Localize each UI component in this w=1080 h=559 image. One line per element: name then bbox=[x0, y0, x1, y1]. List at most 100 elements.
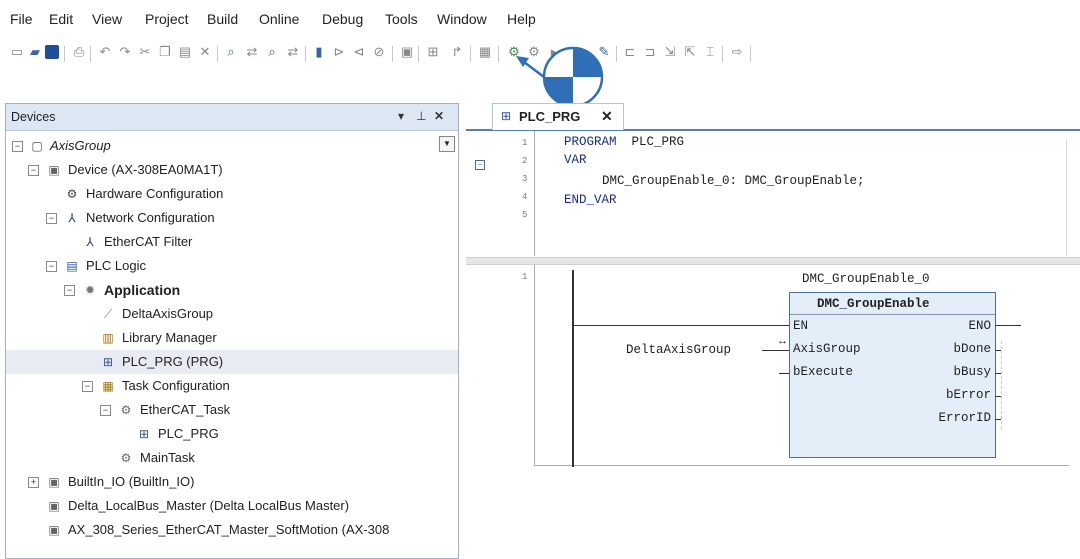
toolbar-separator bbox=[722, 46, 723, 62]
step-out-icon[interactable]: ⇱ bbox=[681, 43, 699, 61]
declaration-editor[interactable]: 1 2 3 4 5 − PROGRAM PLC_PRG VAR DMC_Grou… bbox=[466, 131, 1080, 256]
tree-item-ethercat-filter[interactable]: ⅄ EtherCAT Filter bbox=[6, 230, 458, 254]
open-project-icon[interactable]: ▰ bbox=[26, 43, 44, 61]
line-number: 1 bbox=[522, 272, 528, 282]
collapse-toggle[interactable]: − bbox=[100, 405, 111, 416]
menu-project[interactable]: Project bbox=[145, 11, 189, 27]
fb-output-bdone: bDone bbox=[953, 342, 991, 356]
expand-toggle[interactable]: + bbox=[28, 477, 39, 488]
bookmark-prev-icon[interactable]: ⊲ bbox=[350, 43, 368, 61]
tree-item-builtin-io[interactable]: + ▣ BuiltIn_IO (BuiltIn_IO) bbox=[6, 470, 458, 494]
paste-icon[interactable]: ▤ bbox=[176, 43, 194, 61]
menu-build[interactable]: Build bbox=[207, 11, 238, 27]
tree-item-axisgroup[interactable]: − ▢ AxisGroup bbox=[6, 134, 458, 158]
tree-item-network-configuration[interactable]: − ⅄ Network Configuration bbox=[6, 206, 458, 230]
device-icon[interactable]: ▣ bbox=[398, 43, 416, 61]
tree-item-plc-prg-call[interactable]: ⊞ PLC_PRG bbox=[6, 422, 458, 446]
toolbar-separator bbox=[498, 46, 499, 62]
editor-splitter[interactable] bbox=[466, 257, 1080, 265]
tree-item-library-manager[interactable]: ▥ Library Manager bbox=[6, 326, 458, 350]
step-over-icon[interactable]: ⊐ bbox=[641, 43, 659, 61]
bookmark-clear-icon[interactable]: ⊘ bbox=[370, 43, 388, 61]
step-into-icon[interactable]: ⇲ bbox=[661, 43, 679, 61]
tree-dropdown-button[interactable]: ▼ bbox=[439, 136, 455, 152]
close-tab-icon[interactable]: ✕ bbox=[601, 108, 613, 125]
menu-debug[interactable]: Debug bbox=[322, 11, 363, 27]
toolbar-separator bbox=[90, 46, 91, 62]
fb-instance-name[interactable]: DMC_GroupEnable_0 bbox=[802, 272, 930, 286]
line-number: 4 bbox=[522, 192, 528, 202]
tree-item-device[interactable]: − ▣ Device (AX-308EA0MA1T) bbox=[6, 158, 458, 182]
fold-toggle[interactable]: − bbox=[475, 160, 485, 170]
project-icon: ▢ bbox=[31, 139, 43, 153]
pin-icon[interactable]: ⊥ bbox=[416, 109, 426, 123]
tree-item-plc-logic[interactable]: − ▤ PLC Logic bbox=[6, 254, 458, 278]
find-in-project-icon[interactable]: ⌕ bbox=[263, 43, 281, 61]
bookmark-icon[interactable]: ▮ bbox=[310, 43, 328, 61]
tree-item-label: PLC_PRG (PRG) bbox=[122, 354, 224, 369]
replace-in-project-icon[interactable]: ⇄ bbox=[284, 43, 302, 61]
close-icon[interactable]: ✕ bbox=[434, 109, 444, 123]
collapse-toggle[interactable]: − bbox=[46, 213, 57, 224]
code-declaration: DMC_GroupEnable_0: DMC_GroupEnable; bbox=[602, 174, 865, 188]
hardware-config-icon: ⚙ bbox=[66, 187, 78, 201]
save-icon[interactable] bbox=[45, 45, 59, 59]
fb-output-errorid: ErrorID bbox=[938, 411, 991, 425]
plc-logic-icon: ▤ bbox=[66, 259, 78, 273]
insert-icon[interactable]: ↱ bbox=[448, 43, 466, 61]
find-replace-icon[interactable]: ⇄ bbox=[243, 43, 261, 61]
tree-item-delta-localbus-master[interactable]: ▣ Delta_LocalBus_Master (Delta LocalBus … bbox=[6, 494, 458, 518]
axis-variable-assignment[interactable]: DeltaAxisGroup bbox=[626, 343, 731, 357]
program-icon: ⊞ bbox=[102, 355, 114, 369]
fb-type-name: DMC_GroupEnable bbox=[817, 297, 930, 311]
forward-icon[interactable]: ⇨ bbox=[728, 43, 746, 61]
function-block-dmc-groupenable[interactable]: DMC_GroupEnable EN AxisGroup bExecute EN… bbox=[789, 292, 996, 458]
tree-item-ethercat-master[interactable]: ▣ AX_308_Series_EtherCAT_Master_SoftMoti… bbox=[6, 518, 458, 542]
cursor-icon[interactable]: ⌶ bbox=[701, 43, 719, 61]
panel-menu-icon[interactable]: ▾ bbox=[398, 109, 404, 123]
menu-file[interactable]: File bbox=[10, 11, 33, 27]
program-call-icon: ⊞ bbox=[138, 427, 150, 441]
build-icon[interactable]: ▦ bbox=[476, 43, 494, 61]
menu-help[interactable]: Help bbox=[507, 11, 536, 27]
eno-connection-line bbox=[995, 325, 1021, 326]
collapse-toggle[interactable]: − bbox=[28, 165, 39, 176]
copy-icon[interactable]: ❐ bbox=[156, 43, 174, 61]
print-icon[interactable]: ⎙ bbox=[70, 43, 88, 61]
bookmark-next-icon[interactable]: ⊳ bbox=[330, 43, 348, 61]
menu-view[interactable]: View bbox=[92, 11, 122, 27]
library-icon: ▥ bbox=[102, 331, 114, 345]
cut-icon[interactable]: ✂ bbox=[136, 43, 154, 61]
redo-icon[interactable]: ↷ bbox=[116, 43, 134, 61]
menu-window[interactable]: Window bbox=[437, 11, 487, 27]
add-object-icon[interactable]: ⊞ bbox=[424, 43, 442, 61]
tree-item-application[interactable]: − ✹ Application bbox=[6, 278, 458, 302]
tree-item-ethercat-task[interactable]: − ⚙ EtherCAT_Task bbox=[6, 398, 458, 422]
inout-marker: ↔ bbox=[777, 335, 788, 347]
toolbar-separator bbox=[64, 46, 65, 62]
new-project-icon[interactable]: ▭ bbox=[8, 43, 26, 61]
tree-item-hardware-configuration[interactable]: ⚙ Hardware Configuration bbox=[6, 182, 458, 206]
collapse-toggle[interactable]: − bbox=[12, 141, 23, 152]
toolbar-separator bbox=[470, 46, 471, 62]
menu-tools[interactable]: Tools bbox=[385, 11, 418, 27]
collapse-toggle[interactable]: − bbox=[82, 381, 93, 392]
task-config-icon: ▦ bbox=[102, 379, 114, 393]
undo-icon[interactable]: ↶ bbox=[96, 43, 114, 61]
tree-item-maintask[interactable]: ⚙ MainTask bbox=[6, 446, 458, 470]
fb-output-berror: bError bbox=[945, 388, 991, 402]
menu-online[interactable]: Online bbox=[259, 11, 299, 27]
collapse-toggle[interactable]: − bbox=[46, 261, 57, 272]
tree-item-deltaaxisgroup[interactable]: ⟋ DeltaAxisGroup bbox=[6, 302, 458, 326]
tree-item-task-configuration[interactable]: − ▦ Task Configuration bbox=[6, 374, 458, 398]
breakpoint-icon[interactable]: ⊏ bbox=[621, 43, 639, 61]
implementation-editor[interactable]: 1 DMC_GroupEnable_0 DMC_GroupEnable EN A… bbox=[466, 265, 1080, 557]
tree-item-plc-prg[interactable]: ⊞ PLC_PRG (PRG) bbox=[6, 350, 458, 374]
menu-edit[interactable]: Edit bbox=[49, 11, 73, 27]
find-icon[interactable]: ⌕ bbox=[222, 43, 240, 61]
delete-icon[interactable]: ✕ bbox=[196, 43, 214, 61]
toolbar-separator bbox=[750, 46, 751, 62]
device-icon: ▣ bbox=[48, 499, 60, 513]
tab-plc-prg[interactable]: ⊞ PLC_PRG ✕ bbox=[492, 103, 624, 130]
collapse-toggle[interactable]: − bbox=[64, 285, 75, 296]
